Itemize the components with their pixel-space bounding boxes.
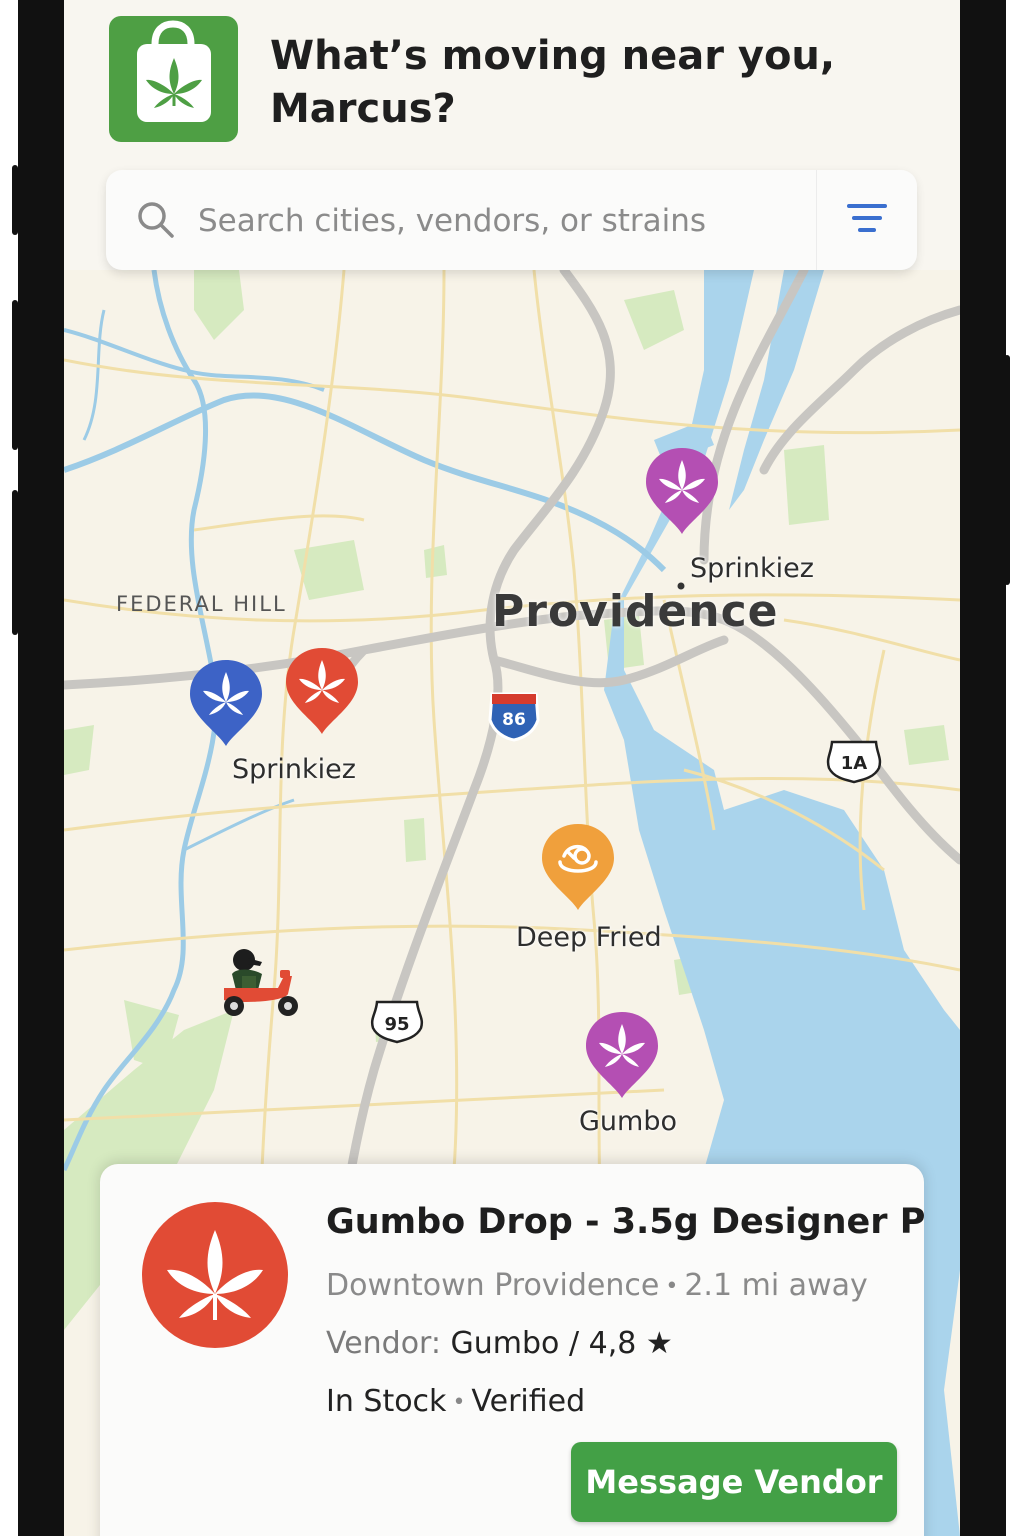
stock-status: In Stock	[326, 1384, 447, 1419]
city-label: Providence	[492, 586, 779, 637]
pin-label-deep-fried: Deep Fried	[516, 922, 662, 953]
scooter-courier-icon[interactable]	[218, 946, 304, 1020]
filter-icon	[847, 204, 887, 232]
side-button-right	[1004, 355, 1010, 585]
shopping-bag-cannabis-icon	[137, 20, 211, 122]
separator-dot: •	[452, 1390, 466, 1415]
vendor-pin-sprinkiez-west[interactable]	[284, 646, 360, 736]
search-icon	[138, 202, 174, 238]
search-input[interactable]	[196, 196, 800, 246]
listing-vendor-row: Vendor: Gumbo / 4,8 ★	[326, 1326, 673, 1361]
phone-bezel-right	[960, 0, 1006, 1536]
cannabis-leaf-icon	[167, 1230, 263, 1320]
map-pin-icon	[586, 1012, 658, 1098]
map-pin-icon	[542, 824, 614, 910]
pin-label-sprinkiez-east: Sprinkiez	[690, 553, 814, 584]
app-logo	[109, 16, 238, 142]
volume-button	[12, 165, 18, 235]
vendor-pin-deep-fried[interactable]	[540, 822, 616, 912]
shield-95-text: 95	[384, 1014, 409, 1035]
rating-separator: /	[568, 1326, 589, 1361]
power-button	[12, 300, 18, 450]
vendor-pin-blue[interactable]	[188, 658, 264, 748]
district-label: FEDERAL HILL	[116, 592, 287, 616]
app-header: What’s moving near you, Marcus?	[64, 0, 960, 270]
vendor-name[interactable]: Gumbo	[451, 1326, 560, 1361]
phone-frame: 86 95 1A FEDERAL HILL Providence Sprinki…	[0, 0, 1024, 1536]
highway-shield-1a: 1A	[826, 740, 882, 784]
vendor-avatar	[142, 1202, 288, 1348]
map-pin-icon	[190, 660, 262, 746]
highway-shield-86: 86	[488, 692, 540, 742]
app-screen: 86 95 1A FEDERAL HILL Providence Sprinki…	[64, 0, 960, 1536]
listing-distance: 2.1 mi away	[684, 1268, 868, 1303]
listing-location-row: Downtown Providence • 2.1 mi away	[326, 1268, 868, 1303]
side-button	[12, 490, 18, 635]
listing-title: Gumbo Drop - 3.5g Designer Pac	[326, 1202, 924, 1242]
star-icon: ★	[645, 1326, 673, 1361]
vendor-label: Vendor:	[326, 1326, 441, 1361]
pin-label-gumbo: Gumbo	[579, 1106, 677, 1137]
vendor-rating: 4,8	[588, 1326, 637, 1361]
verified-status: Verified	[471, 1384, 586, 1419]
phone-bezel-left	[18, 0, 64, 1536]
shield-1a-text: 1A	[841, 753, 868, 774]
listing-card[interactable]: Gumbo Drop - 3.5g Designer Pac Downtown …	[100, 1164, 924, 1536]
shield-86-text: 86	[502, 710, 526, 730]
vendor-pin-gumbo[interactable]	[584, 1010, 660, 1100]
search-bar[interactable]	[106, 170, 917, 270]
map-pin-icon	[286, 648, 358, 734]
greeting-title: What’s moving near you, Marcus?	[270, 33, 836, 132]
listing-location: Downtown Providence	[326, 1268, 660, 1303]
highway-shield-95: 95	[370, 1000, 424, 1044]
pin-label-sprinkiez-west: Sprinkiez	[232, 754, 356, 785]
message-vendor-button[interactable]: Message Vendor	[571, 1442, 897, 1522]
separator-dot: •	[665, 1274, 679, 1299]
vendor-pin-sprinkiez-east[interactable]	[644, 446, 720, 536]
map-pin-icon	[646, 448, 718, 534]
listing-status-row: In Stock • Verified	[326, 1384, 585, 1419]
filter-button[interactable]	[816, 170, 917, 270]
